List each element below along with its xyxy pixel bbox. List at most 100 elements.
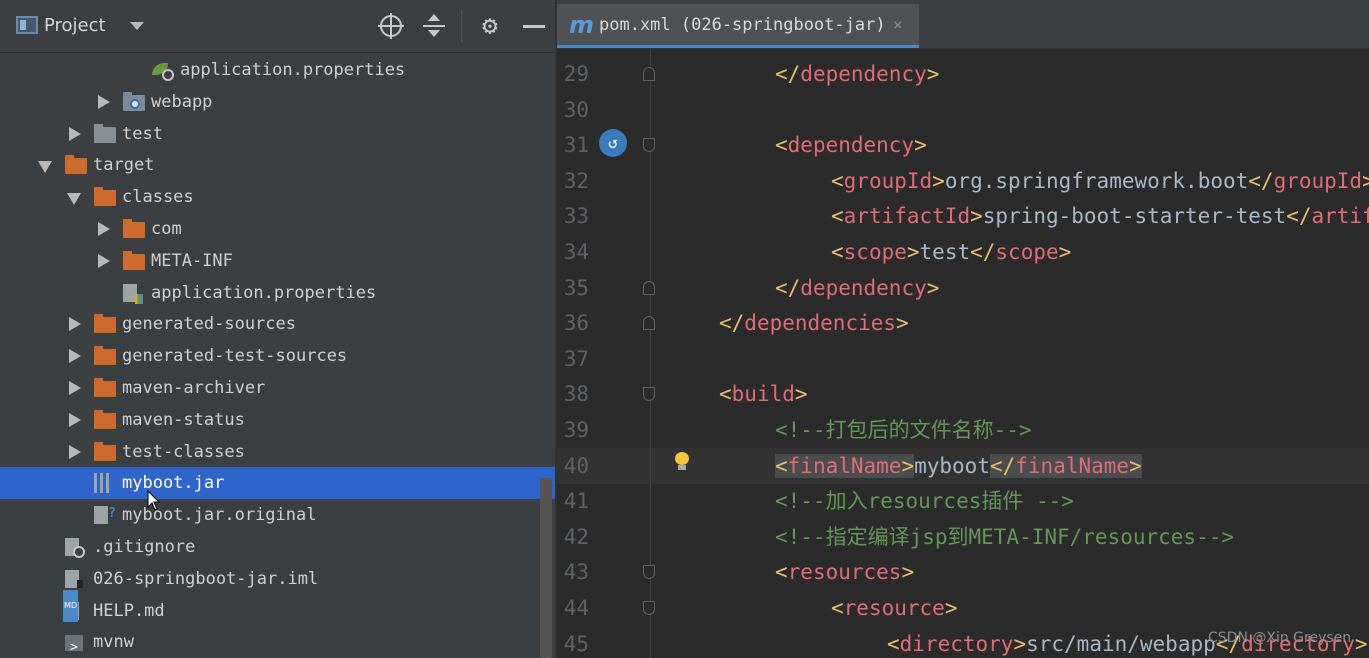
tree-item[interactable]: generated-sources: [0, 308, 540, 340]
code-line[interactable]: 44 <resource>: [557, 590, 1369, 626]
tree-item[interactable]: HELP.md: [0, 590, 540, 627]
chevron-right-icon[interactable]: [69, 349, 81, 363]
fold-marker-icon[interactable]: [643, 67, 655, 81]
close-icon[interactable]: ×: [893, 15, 903, 34]
fold-marker-icon[interactable]: [643, 138, 655, 152]
tree-item-label: classes: [122, 187, 194, 207]
line-number: 42: [563, 525, 589, 549]
tree-item[interactable]: mvnw: [0, 626, 540, 658]
tree-item-label: HELP.md: [93, 601, 165, 621]
collapse-all-icon[interactable]: [421, 13, 447, 39]
code-text: <build>: [719, 376, 808, 412]
xml-bracket: <: [719, 382, 732, 406]
xml-bracket: >: [896, 311, 909, 335]
code-text: <finalName>myboot</finalName>: [775, 448, 1142, 484]
xml-bracket: >: [1354, 632, 1368, 656]
gear-icon[interactable]: ⚙: [477, 13, 503, 39]
fold-marker-icon[interactable]: [643, 601, 655, 615]
tree-item[interactable]: 026-springboot-jar.iml: [0, 563, 540, 595]
tree-item-label: 026-springboot-jar.iml: [93, 569, 319, 589]
chevron-right-icon[interactable]: [98, 222, 110, 236]
xml-bracket: >: [926, 62, 940, 86]
xml-bracket: >: [944, 596, 958, 620]
project-panel: Project ⚙ application.properties webapp te…: [0, 0, 555, 658]
chevron-right-icon[interactable]: [69, 445, 81, 459]
code-line[interactable]: 38 <build>: [557, 376, 1369, 412]
xml-tag-name: dependency: [800, 276, 927, 300]
orange-folder-icon: [94, 314, 116, 333]
code-line[interactable]: 42 <!--指定编译jsp到META-INF/resources-->: [557, 519, 1369, 555]
locate-file-icon[interactable]: [378, 13, 404, 39]
tree-item[interactable]: maven-status: [0, 404, 540, 436]
tree-item[interactable]: META-INF: [0, 245, 540, 277]
tree-item[interactable]: application.properties: [0, 277, 540, 309]
code-line[interactable]: 30: [557, 92, 1369, 128]
code-line[interactable]: 29 </dependency>: [557, 56, 1369, 92]
tree-item[interactable]: test-classes: [0, 436, 540, 468]
tree-item[interactable]: myboot.jar.original: [0, 498, 540, 531]
code-comment: <!--加入resources插件 -->: [775, 489, 1074, 513]
xml-tag-name: dependency: [800, 62, 927, 86]
tree-item[interactable]: webapp: [0, 86, 540, 118]
tree-scrollbar[interactable]: [540, 478, 552, 658]
xml-bracket: <: [775, 560, 788, 584]
chevron-right-icon[interactable]: [98, 95, 110, 109]
fold-marker-icon[interactable]: [643, 565, 655, 579]
gitignore-file-icon: [65, 538, 85, 558]
chevron-right-icon[interactable]: [69, 381, 81, 395]
code-line[interactable]: 41 <!--加入resources插件 -->: [557, 483, 1369, 519]
tree-item[interactable]: test: [0, 118, 540, 150]
code-line[interactable]: 43 <resources>: [557, 554, 1369, 590]
run-gutter-icon[interactable]: ↺: [599, 129, 627, 157]
tree-item[interactable]: target: [0, 149, 540, 181]
fold-marker-icon[interactable]: [643, 281, 655, 295]
project-toolbar: Project ⚙: [0, 0, 555, 53]
xml-tag-name: scope: [995, 240, 1059, 264]
line-number: 36: [563, 311, 589, 335]
tree-item[interactable]: .gitignore: [0, 531, 540, 563]
tree-item[interactable]: com: [0, 213, 540, 245]
xml-bracket: <: [831, 204, 844, 228]
xml-tag-name: build: [731, 382, 795, 406]
code-line[interactable]: 39 <!--打包后的文件名称-->: [557, 412, 1369, 448]
fold-marker-icon[interactable]: [643, 316, 655, 330]
xml-bracket: >: [1013, 632, 1027, 656]
chevron-right-icon[interactable]: [98, 254, 110, 268]
chevron-down-icon[interactable]: [38, 161, 52, 173]
xml-bracket: <: [831, 596, 844, 620]
xml-bracket: >: [901, 560, 915, 584]
chevron-right-icon[interactable]: [69, 127, 81, 141]
chevron-right-icon[interactable]: [69, 317, 81, 331]
code-line[interactable]: 36 </dependencies>: [557, 305, 1369, 341]
code-line[interactable]: 31 <dependency>: [557, 127, 1369, 163]
xml-tag-name: finalName: [1015, 454, 1130, 478]
chevron-right-icon[interactable]: [69, 413, 81, 427]
project-view-icon[interactable]: [16, 16, 38, 34]
fold-marker-icon[interactable]: [643, 387, 655, 401]
line-number: 29: [563, 62, 589, 86]
tree-item-label: META-INF: [151, 251, 233, 271]
maven-icon: m: [569, 11, 595, 39]
tab-pom-xml[interactable]: m pom.xml (026-springboot-jar) ×: [557, 4, 919, 48]
tree-item[interactable]: generated-test-sources: [0, 340, 540, 372]
project-view-title[interactable]: Project: [44, 15, 106, 36]
code-line[interactable]: 37: [557, 341, 1369, 377]
lightbulb-icon[interactable]: [674, 452, 690, 470]
tree-item[interactable]: maven-archiver: [0, 372, 540, 404]
minimize-icon[interactable]: [521, 13, 547, 39]
code-area[interactable]: 29 </dependency> 30 31 <dependency> 32 <groupI…: [557, 49, 1369, 658]
properties-file-icon: [123, 284, 143, 304]
code-line[interactable]: 32 <groupId>org.springframework.boot</gro…: [557, 163, 1369, 199]
orange-folder-icon: [65, 155, 87, 174]
tree-item[interactable]: classes: [0, 181, 540, 213]
code-line[interactable]: 35 </dependency>: [557, 270, 1369, 306]
tree-item-label: .gitignore: [93, 537, 196, 557]
tree-item[interactable]: myboot.jar: [0, 467, 555, 499]
code-line[interactable]: 34 <scope>test</scope>: [557, 234, 1369, 270]
editor-tab-bar: m pom.xml (026-springboot-jar) ×: [557, 0, 1369, 49]
code-line[interactable]: 33 <artifactId>spring-boot-starter-test</…: [557, 198, 1369, 234]
chevron-down-icon[interactable]: [67, 193, 81, 205]
chevron-down-icon[interactable]: [130, 22, 144, 30]
tree-item[interactable]: application.properties: [0, 54, 540, 86]
line-number: 34: [563, 240, 589, 264]
